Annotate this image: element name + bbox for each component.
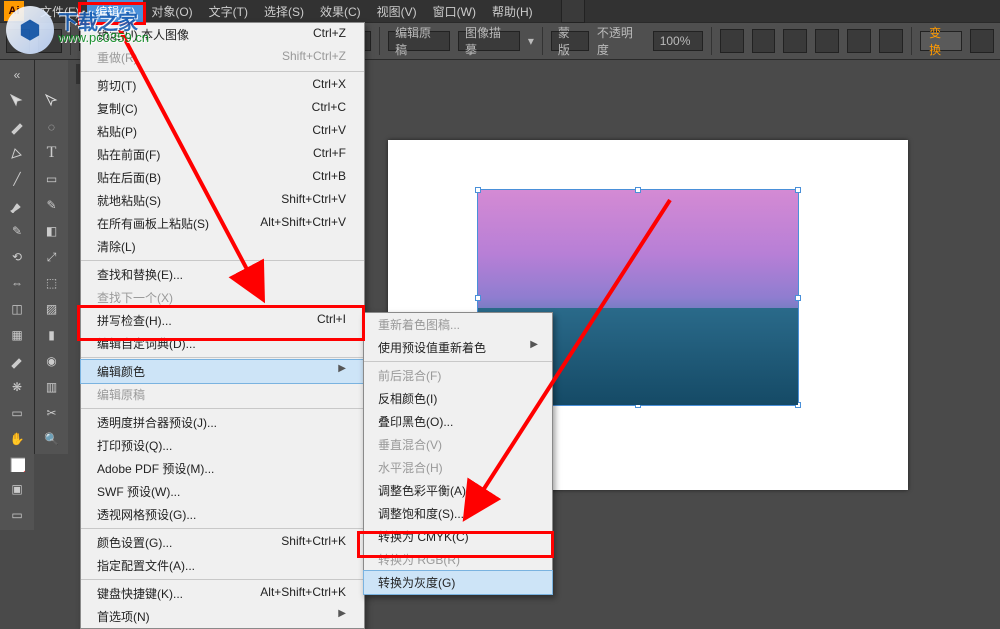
- mi-pdf-preset[interactable]: Adobe PDF 预设(M)...: [81, 457, 364, 480]
- app-icon: Ai: [4, 1, 24, 21]
- menu-file[interactable]: 文件(F): [32, 0, 87, 23]
- menu-window[interactable]: 窗口(W): [425, 0, 484, 23]
- fill-stroke[interactable]: [2, 453, 32, 475]
- align-4[interactable]: [815, 29, 839, 53]
- collapse-handle[interactable]: «: [2, 63, 32, 87]
- mi-spell[interactable]: 拼写检查(H)...Ctrl+I: [81, 309, 364, 332]
- shape-builder-tool[interactable]: ◫: [2, 297, 32, 321]
- layout-btn[interactable]: [561, 0, 585, 23]
- menu-effect[interactable]: 效果(C): [312, 0, 369, 23]
- width-tool[interactable]: ⇔: [2, 271, 32, 295]
- mi-preferences[interactable]: 首选项(N)▶: [81, 605, 364, 628]
- mi-assign-profile[interactable]: 指定配置文件(A)...: [81, 554, 364, 577]
- hand-tool[interactable]: ✋: [2, 427, 32, 451]
- mi-edit-colors[interactable]: 编辑颜色▶: [80, 359, 365, 384]
- gradient-tool[interactable]: ▮: [37, 323, 67, 347]
- spacer: [37, 63, 67, 87]
- color-mode[interactable]: ▣: [2, 477, 32, 501]
- mi-grid-preset[interactable]: 透视网格预设(G)...: [81, 503, 364, 526]
- align-3[interactable]: [783, 29, 807, 53]
- opacity-label: 不透明度: [597, 24, 645, 58]
- lasso-tool[interactable]: ◌: [37, 115, 67, 139]
- type-tool[interactable]: T: [37, 141, 67, 165]
- menu-object[interactable]: 对象(O): [143, 0, 200, 23]
- trace-dd-icon[interactable]: ▾: [528, 34, 534, 48]
- align-6[interactable]: [879, 29, 903, 53]
- zoom-tool[interactable]: 🔍: [37, 427, 67, 451]
- opacity-field[interactable]: 100%: [653, 31, 703, 51]
- eyedropper-tool[interactable]: [2, 349, 32, 373]
- rectangle-tool[interactable]: ▭: [37, 167, 67, 191]
- mi-dict[interactable]: 编辑自定词典(D)...: [81, 332, 364, 355]
- link-icon[interactable]: [38, 29, 62, 53]
- edit-original-btn[interactable]: 编辑原稿: [388, 31, 450, 51]
- submenu-arrow-icon: ▶: [338, 363, 346, 380]
- brush-tool[interactable]: [2, 193, 32, 217]
- selection-tool[interactable]: [2, 89, 32, 113]
- mesh-tool[interactable]: ▦: [2, 323, 32, 347]
- symbol-sprayer-tool[interactable]: ❋: [2, 375, 32, 399]
- magic-wand-tool[interactable]: [2, 115, 32, 139]
- line-tool[interactable]: ╱: [2, 167, 32, 191]
- rotate-tool[interactable]: ⟲: [2, 245, 32, 269]
- smi-to-gray[interactable]: 转换为灰度(G): [363, 570, 553, 595]
- pencil-tool[interactable]: ✎: [37, 193, 67, 217]
- align-1[interactable]: [720, 29, 744, 53]
- image-trace-btn[interactable]: 图像描摹: [458, 31, 520, 51]
- perspective-grid-tool[interactable]: ▨: [37, 297, 67, 321]
- mi-shortcuts[interactable]: 键盘快捷键(K)...Alt+Shift+Ctrl+K: [81, 582, 364, 605]
- menu-type[interactable]: 文字(T): [201, 0, 256, 23]
- menu-select[interactable]: 选择(S): [256, 0, 312, 23]
- artboard-tool[interactable]: ▭: [2, 401, 32, 425]
- toolbox-col2: ◌ T ▭ ✎ ◧ ⤢ ⬚ ▨ ▮ ◉ ▥ ✂ 🔍: [34, 60, 68, 454]
- menu-view[interactable]: 视图(V): [369, 0, 425, 23]
- align-2[interactable]: [752, 29, 776, 53]
- column-graph-tool[interactable]: ▥: [37, 375, 67, 399]
- mi-color-setting[interactable]: 颜色设置(G)...Shift+Ctrl+K: [81, 531, 364, 554]
- toolbox-col1: « ╱ ✎ ⟲ ⇔ ◫ ▦ ❋ ▭ ✋ ▣ ▭: [0, 60, 34, 530]
- smi-to-rgb[interactable]: 转换为 RGB(R): [364, 548, 552, 571]
- menubar: Ai 文件(F) 编辑(E) 对象(O) 文字(T) 选择(S) 效果(C) 视…: [0, 0, 1000, 22]
- eraser-tool[interactable]: ◧: [37, 219, 67, 243]
- annotation-arrow-2: [420, 195, 720, 545]
- mi-print-preset[interactable]: 打印预设(Q)...: [81, 434, 364, 457]
- arrange-icon[interactable]: [970, 29, 994, 53]
- menu-help[interactable]: 帮助(H): [484, 0, 541, 23]
- pen-tool[interactable]: [2, 141, 32, 165]
- blend-tool[interactable]: ◉: [37, 349, 67, 373]
- scale-tool[interactable]: ⤢: [37, 245, 67, 269]
- mi-flattener[interactable]: 透明度拼合器预设(J)...: [81, 411, 364, 434]
- annotation-arrow-1: [110, 25, 290, 305]
- mask-btn[interactable]: 蒙版: [551, 31, 589, 51]
- menu-edit[interactable]: 编辑(E): [87, 0, 143, 23]
- blob-brush-tool[interactable]: ✎: [2, 219, 32, 243]
- mi-edit-original[interactable]: 编辑原稿: [81, 383, 364, 406]
- slice-tool[interactable]: ✂: [37, 401, 67, 425]
- embed-icon[interactable]: [6, 29, 30, 53]
- screen-mode[interactable]: ▭: [2, 503, 32, 527]
- direct-selection-tool[interactable]: [37, 89, 67, 113]
- free-transform-tool[interactable]: ⬚: [37, 271, 67, 295]
- align-5[interactable]: [847, 29, 871, 53]
- transform-btn[interactable]: 变换: [920, 31, 962, 51]
- mi-swf-preset[interactable]: SWF 预设(W)...: [81, 480, 364, 503]
